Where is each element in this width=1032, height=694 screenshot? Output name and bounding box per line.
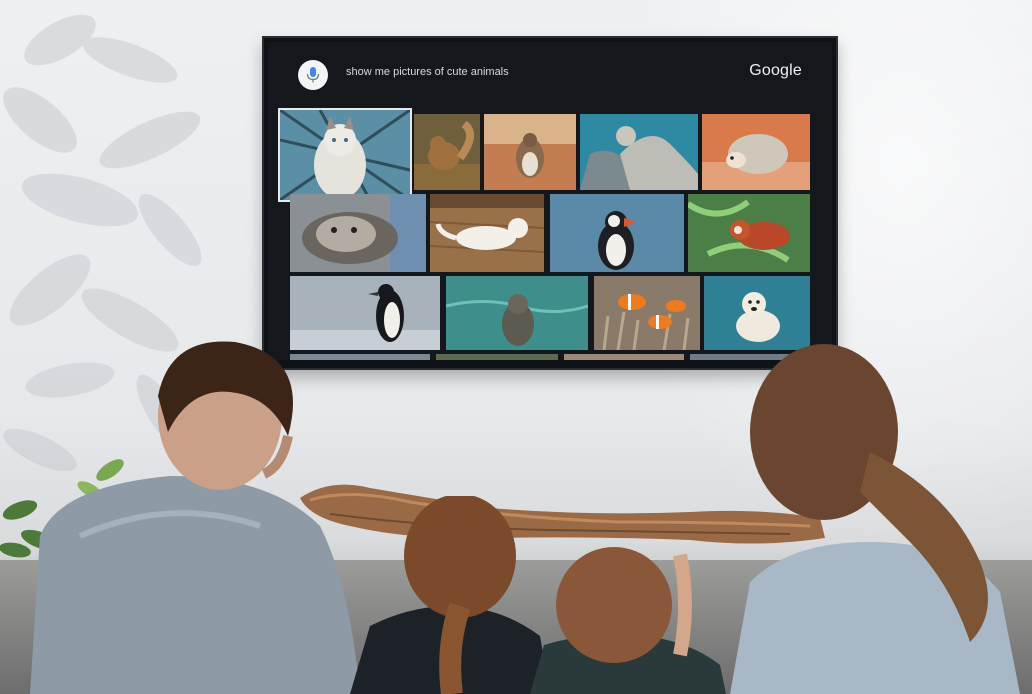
photo-puffin[interactable] xyxy=(550,194,684,272)
photo-row4-b xyxy=(436,354,558,360)
photo-row4-c xyxy=(564,354,684,360)
person-girl xyxy=(350,496,550,694)
voice-query-text: show me pictures of cute animals xyxy=(346,66,509,78)
photo-sea-lion[interactable] xyxy=(446,276,588,350)
tv-screen: show me pictures of cute animals Google xyxy=(268,42,832,360)
photo-red-panda[interactable] xyxy=(688,194,810,272)
photo-otter[interactable] xyxy=(290,194,426,272)
google-logo: Google xyxy=(749,62,802,79)
photo-squirrel[interactable] xyxy=(414,114,480,190)
photo-hedgehog[interactable] xyxy=(702,114,810,190)
photo-bird[interactable] xyxy=(484,114,576,190)
person-boy xyxy=(530,547,726,694)
television: show me pictures of cute animals Google xyxy=(262,36,838,370)
photo-cat[interactable] xyxy=(278,108,412,202)
person-woman xyxy=(730,344,1020,694)
person-man xyxy=(30,341,360,694)
photo-white-cat[interactable] xyxy=(430,194,544,272)
photo-polar-bear[interactable] xyxy=(704,276,810,350)
mic-icon[interactable] xyxy=(298,60,328,90)
voice-search-bar: show me pictures of cute animals Google xyxy=(268,42,832,110)
living-room-scene: show me pictures of cute animals Google xyxy=(0,0,1032,694)
photo-clownfish[interactable] xyxy=(594,276,700,350)
photo-seal[interactable] xyxy=(580,114,698,190)
